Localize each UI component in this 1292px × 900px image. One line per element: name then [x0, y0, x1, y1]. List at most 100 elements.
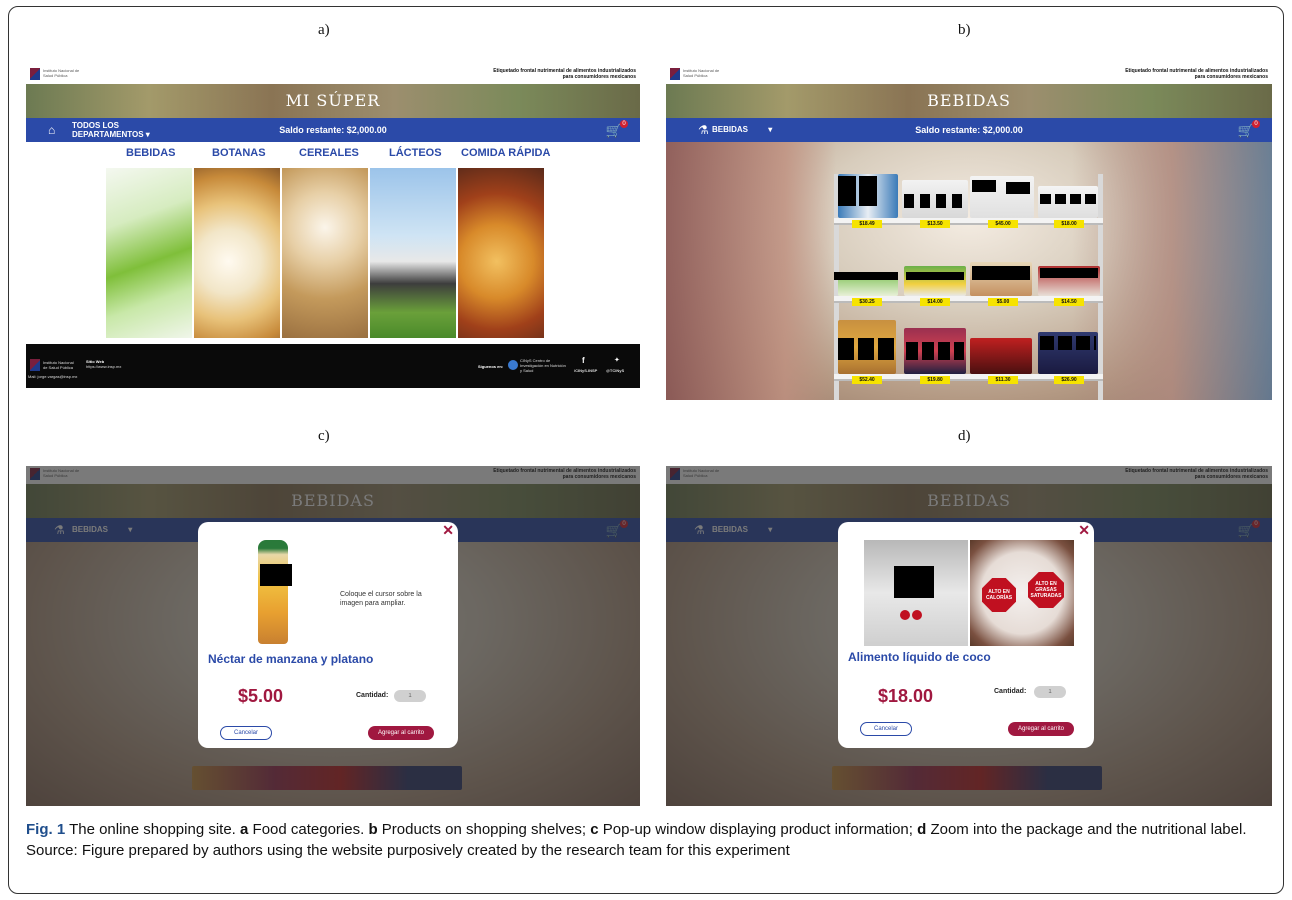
product-bot-3[interactable] — [970, 338, 1032, 374]
redaction — [906, 342, 964, 360]
seal-dot-icon — [900, 610, 910, 620]
product-mid-2[interactable] — [904, 266, 966, 296]
site-tagline: Etiquetado frontal nutrimental de alimen… — [1125, 68, 1268, 80]
tile-botanas[interactable] — [194, 168, 280, 338]
banner: MI SÚPER — [26, 84, 640, 118]
add-to-cart-button[interactable]: Agregar al carrito — [368, 726, 434, 740]
label-a: a) — [318, 22, 330, 38]
price-tag: $14.00 — [920, 298, 950, 306]
banner: BEBIDAS — [666, 84, 1272, 118]
product-price: $18.00 — [878, 686, 934, 706]
label-b: b) — [958, 22, 971, 38]
redaction — [972, 266, 1030, 280]
redaction — [838, 176, 856, 206]
figure-caption: Fig. 1 The online shopping site. a Food … — [26, 819, 1270, 861]
institute-row: Instituto Nacional de Salud Pública Etiq… — [666, 66, 1272, 84]
close-icon[interactable]: ✕ — [442, 522, 454, 539]
balance: Saldo restante: $2,000.00 — [279, 125, 387, 135]
footer-cinys: CINyS Centro de Investigación en Nutrici… — [520, 358, 566, 373]
category-menu: BEBIDAS BOTANAS CEREALES LÁCTEOS COMIDA … — [26, 147, 640, 161]
category-lacteos[interactable]: LÁCTEOS — [389, 147, 442, 159]
footer-twitter[interactable]: @TCINyS — [606, 368, 624, 373]
price-tag: $52.40 — [852, 376, 882, 384]
banner-title: BEBIDAS — [927, 91, 1011, 110]
panel-c-product-popup: Instituto Nacional de Salud Pública Etiq… — [26, 466, 640, 806]
redaction — [904, 194, 966, 208]
label-c: c) — [318, 428, 330, 444]
close-icon[interactable]: ✕ — [1078, 522, 1090, 539]
footer-logo — [30, 359, 40, 371]
redaction — [1040, 194, 1096, 204]
redaction — [906, 272, 964, 280]
panel-d-zoom-popup: Instituto Nacional de Salud Pública Etiq… — [666, 466, 1272, 806]
redaction — [1040, 268, 1098, 278]
cart-badge: 0 — [620, 120, 628, 128]
zoom-hint: Coloque el cursor sobre la imagen para a… — [340, 591, 422, 607]
category-cereales[interactable]: CEREALES — [299, 147, 359, 159]
product-modal: ✕ Coloque el cursor sobre la imagen para… — [198, 522, 458, 748]
caption-text: The online shopping site. — [65, 821, 241, 838]
price-tag: $18.00 — [1054, 220, 1084, 228]
footer-facebook[interactable]: /CINyS.INSP — [574, 368, 597, 373]
footer-email[interactable]: Mail: jorge.vargas@insp.mx — [28, 374, 77, 379]
tile-lacteos[interactable] — [370, 168, 456, 338]
nav-bar: ⌂ TODOS LOS DEPARTAMENTOS ▾ Saldo restan… — [26, 118, 640, 142]
product-name: Alimento líquido de coco — [848, 650, 991, 664]
product-name: Néctar de manzana y platano — [208, 652, 374, 666]
footer-institute: Instituto Nacional de Salud Pública — [43, 360, 74, 370]
quantity-input[interactable] — [1034, 686, 1066, 698]
category-botanas[interactable]: BOTANAS — [212, 147, 266, 159]
site-tagline: Etiquetado frontal nutrimental de alimen… — [493, 68, 636, 80]
caption-fig: Fig. 1 — [26, 821, 66, 838]
twitter-icon[interactable]: ✦ — [614, 356, 620, 364]
caption-text: Food categories. — [248, 821, 369, 838]
quantity-label: Cantidad: — [994, 688, 1027, 695]
product-modal: ✕ ALTO EN CALORÍAS ALTO EN GRASAS SATURA… — [838, 522, 1094, 748]
price-tag: $45.00 — [988, 220, 1018, 228]
panel-b-shelves: Instituto Nacional de Salud Pública Etiq… — [666, 66, 1272, 400]
label-d: d) — [958, 428, 971, 444]
insp-logo — [670, 68, 680, 80]
caption-text: Pop-up window displaying product informa… — [598, 821, 918, 838]
institute-row: Instituto Nacional de Salud Pública Etiq… — [26, 66, 640, 84]
quantity-label: Cantidad: — [356, 692, 389, 699]
store-aisle-left — [666, 142, 836, 400]
price-tag: $26.90 — [1054, 376, 1084, 384]
cancel-button[interactable]: Cancelar — [860, 722, 912, 736]
category-comida-rapida[interactable]: COMIDA RÁPIDA — [461, 147, 550, 159]
price-tag: $13.50 — [920, 220, 950, 228]
category-bebidas[interactable]: BEBIDAS — [126, 147, 176, 159]
seal-high-saturated-fat: ALTO EN GRASAS SATURADAS — [1028, 572, 1064, 608]
facebook-icon[interactable]: f — [582, 356, 585, 365]
price-tag: $5.00 — [988, 298, 1018, 306]
product-image[interactable] — [258, 540, 288, 644]
cinys-logo-icon — [508, 360, 518, 370]
add-to-cart-button[interactable]: Agregar al carrito — [1008, 722, 1074, 736]
institute-name: Instituto Nacional de Salud Pública — [43, 68, 80, 78]
redaction — [859, 176, 877, 206]
price-tag: $18.49 — [852, 220, 882, 228]
price-tag: $14.50 — [1054, 298, 1084, 306]
balance: Saldo restante: $2,000.00 — [915, 125, 1023, 135]
redaction — [834, 272, 898, 280]
caption-b: b — [368, 821, 378, 838]
panel-a-categories: Instituto Nacional de Salud Pública Etiq… — [26, 66, 640, 388]
redaction — [894, 566, 934, 598]
tile-bebidas[interactable] — [106, 168, 192, 338]
footer-web-link[interactable]: https://www.insp.mx — [86, 364, 121, 369]
nav-bar: ⚗ BEBIDAS ▾ Saldo restante: $2,000.00 🛒 … — [666, 118, 1272, 142]
seal-dot-icon — [912, 610, 922, 620]
tile-cereales[interactable] — [282, 168, 368, 338]
redaction — [1006, 182, 1030, 194]
banner-title: MI SÚPER — [285, 91, 381, 110]
price-tag: $30.25 — [852, 298, 882, 306]
quantity-input[interactable] — [394, 690, 426, 702]
insp-logo — [30, 68, 40, 80]
cart-badge: 0 — [1252, 120, 1260, 128]
footer-follow: Síguenos en: — [478, 364, 504, 369]
redaction — [1040, 336, 1096, 350]
cancel-button[interactable]: Cancelar — [220, 726, 272, 740]
caption-text: Products on shopping shelves; — [377, 821, 591, 838]
institute-name: Instituto Nacional de Salud Pública — [683, 68, 720, 78]
tile-comida-rapida[interactable] — [458, 168, 544, 338]
